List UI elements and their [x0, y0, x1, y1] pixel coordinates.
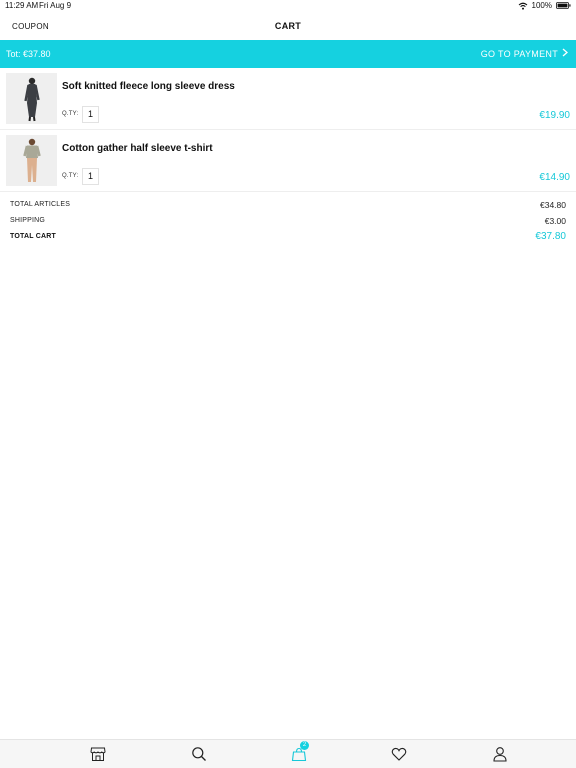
- store-icon: [90, 746, 106, 762]
- item-price: €19.90: [539, 110, 570, 121]
- summary-row-total: TOTAL CART €37.80: [0, 230, 576, 246]
- quantity-selector[interactable]: 1: [82, 168, 99, 185]
- heart-icon: [391, 746, 407, 762]
- product-image[interactable]: [6, 73, 57, 124]
- status-indicators: 100%: [518, 1, 571, 10]
- item-price: €14.90: [539, 172, 570, 183]
- search-icon: [191, 746, 207, 762]
- tab-account[interactable]: [492, 746, 508, 762]
- total-bar: Tot: €37.80 GO TO PAYMENT: [0, 40, 576, 68]
- cart-item: Cotton gather half sleeve t-shirt Q.TY: …: [0, 130, 576, 192]
- cart-summary: TOTAL ARTICLES €34.80 SHIPPING €3.00 TOT…: [0, 198, 576, 246]
- tab-search[interactable]: [191, 746, 207, 762]
- summary-row-shipping: SHIPPING €3.00: [0, 214, 576, 230]
- summary-row-articles: TOTAL ARTICLES €34.80: [0, 198, 576, 214]
- shipping-label: SHIPPING: [10, 217, 46, 224]
- shipping-value: €3.00: [544, 216, 566, 226]
- product-name[interactable]: Soft knitted fleece long sleeve dress: [62, 81, 235, 92]
- cart-item: Soft knitted fleece long sleeve dress Q.…: [0, 68, 576, 130]
- product-image[interactable]: [6, 135, 57, 186]
- quantity-selector[interactable]: 1: [82, 106, 99, 123]
- status-time: 11:29 AM: [5, 1, 39, 10]
- tab-store[interactable]: [90, 746, 106, 762]
- total-articles-label: TOTAL ARTICLES: [10, 201, 71, 208]
- battery-percent: 100%: [531, 1, 552, 10]
- total-cart-label: TOTAL CART: [10, 233, 56, 240]
- cart-list: Soft knitted fleece long sleeve dress Q.…: [0, 68, 576, 192]
- qty-label: Q.TY:: [62, 173, 79, 179]
- product-name[interactable]: Cotton gather half sleeve t-shirt: [62, 143, 213, 154]
- chevron-right-icon: [562, 48, 568, 59]
- tab-cart[interactable]: 2: [291, 741, 309, 762]
- total-articles-value: €34.80: [540, 200, 566, 210]
- battery-icon: [556, 2, 571, 9]
- total-cart-value: €37.80: [535, 231, 566, 242]
- qty-label: Q.TY:: [62, 111, 79, 117]
- nav-bar: COUPON CART: [0, 12, 576, 40]
- wifi-icon: [518, 2, 528, 10]
- user-icon: [492, 746, 508, 762]
- go-to-payment-button[interactable]: GO TO PAYMENT: [481, 48, 568, 59]
- tab-bar: 2: [0, 739, 576, 768]
- status-bar: 11:29 AM Fri Aug 9 100%: [0, 0, 576, 12]
- go-to-payment-label: GO TO PAYMENT: [480, 48, 558, 59]
- cart-total-text: Tot: €37.80: [6, 49, 51, 59]
- status-date: Fri Aug 9: [39, 1, 72, 10]
- cart-count-badge: 2: [300, 741, 309, 750]
- page-title: CART: [274, 21, 302, 31]
- tab-wishlist[interactable]: [391, 746, 407, 762]
